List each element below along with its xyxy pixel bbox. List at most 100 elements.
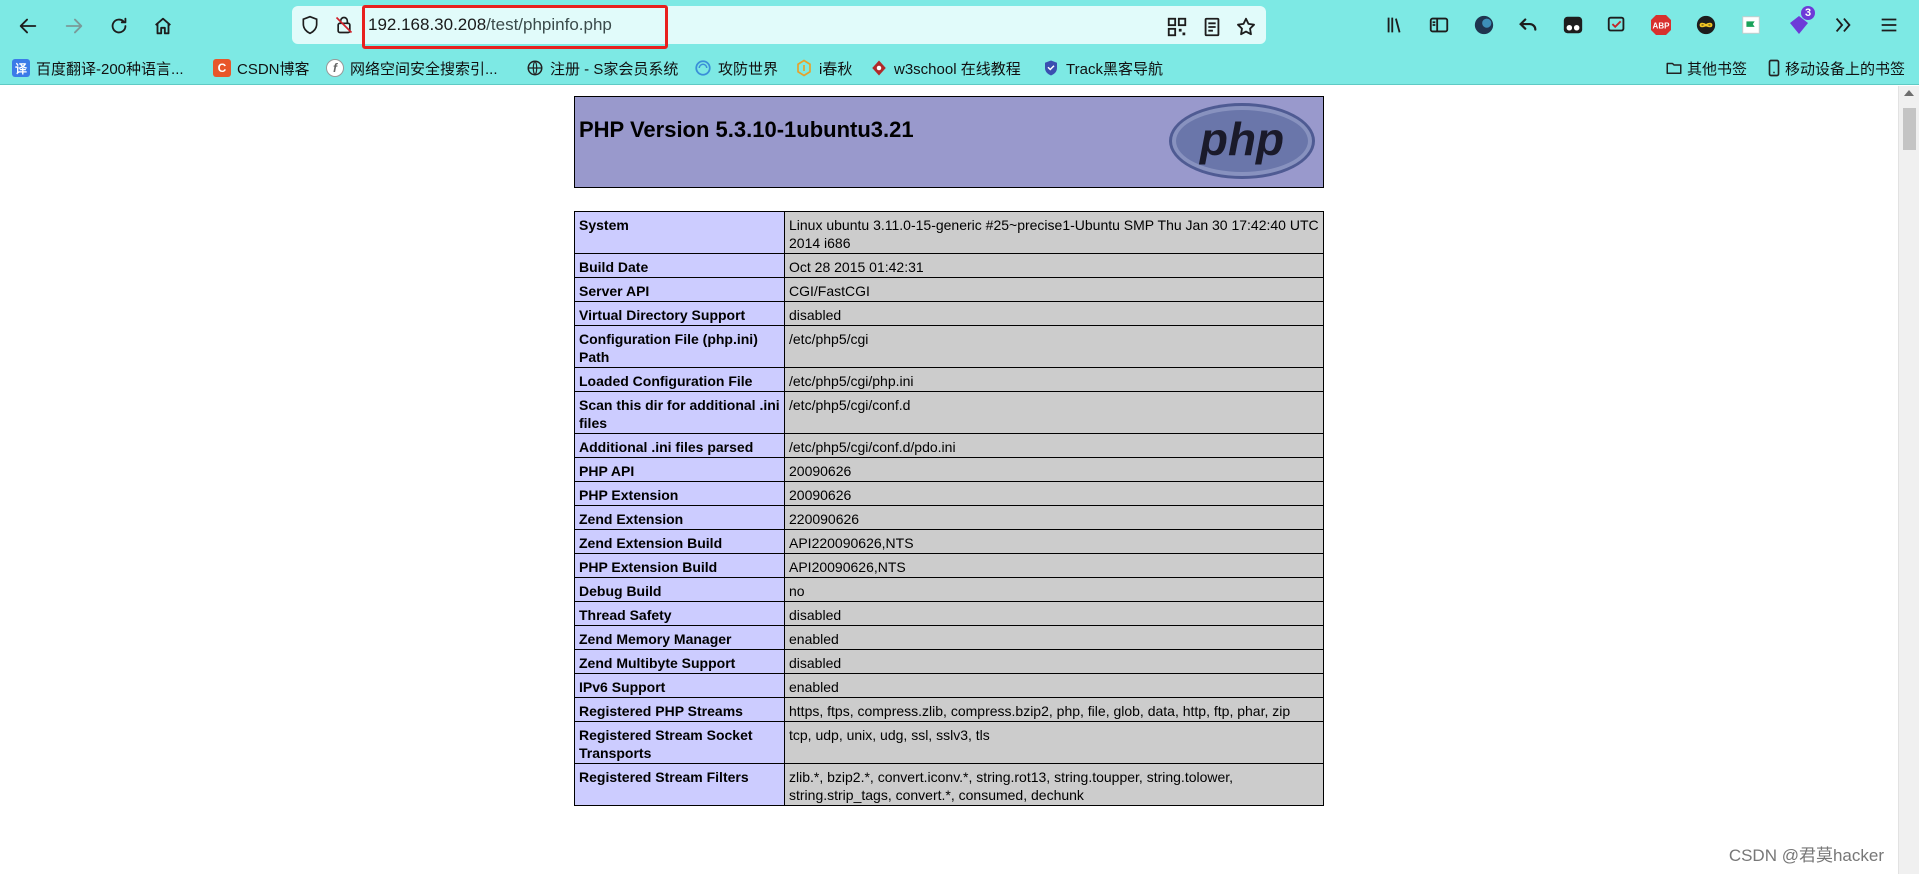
php-logo-icon[interactable]: php [1167,101,1317,181]
info-value: /etc/php5/cgi/conf.d/pdo.ini [784,433,1324,458]
bookmark-label: 网络空间安全搜索引... [350,60,498,78]
info-key: Debug Build [574,577,785,602]
forward-arrow-icon [65,18,83,34]
scroll-up-arrow-icon[interactable] [1904,90,1914,96]
info-value: 20090626 [784,481,1324,506]
info-value: zlib.*, bzip2.*, convert.iconv.*, string… [784,763,1324,806]
table-row: Configuration File (php.ini) Path/etc/ph… [574,325,1324,368]
info-value: API220090626,NTS [784,529,1324,554]
flag-extension-icon[interactable] [1738,12,1764,38]
table-row: IPv6 Support enabled [574,673,1324,698]
track-shield-icon [1045,60,1057,76]
overflow-chevron-icon[interactable] [1830,12,1856,38]
bookmark-folder-mobile[interactable]: 移动设备上的书签 [1766,57,1905,79]
bookmark-label: 百度翻译-200种语言... [36,60,184,78]
table-row: Registered Stream Filters zlib.*, bzip2.*… [574,763,1324,806]
tampermonkey-extension-icon[interactable] [1560,12,1586,38]
info-key: Registered PHP Streams [574,697,785,722]
info-key: Virtual Directory Support [574,301,785,326]
bookmark-item[interactable]: Track黑客导航 [1042,57,1163,79]
table-row: Debug Build no [574,577,1324,602]
dark-reader-extension-icon[interactable] [1471,12,1497,38]
bookmark-label: 攻防世界 [718,60,779,78]
undo-extension-icon[interactable] [1515,12,1541,38]
url-highlight-box [362,5,668,49]
ichunqiu-icon [797,59,811,77]
screenshot-extension-icon[interactable] [1604,12,1630,38]
info-key: Zend Multibyte Support [574,649,785,674]
info-key: Thread Safety [574,601,785,626]
info-key: Zend Extension Build [574,529,785,554]
info-value: 220090626 [784,505,1324,530]
info-key: Server API [574,277,785,302]
infinity-extension-icon[interactable] [1693,12,1719,38]
info-key: Configuration File (php.ini) Path [574,325,785,368]
info-value: /etc/php5/cgi [784,325,1324,368]
table-row: Build Date Oct 28 2015 01:42:31 [574,253,1324,278]
qr-code-icon[interactable] [1166,16,1188,38]
bookmark-folder-other[interactable]: 其他书签 [1665,57,1747,79]
bookmark-star-icon[interactable] [1235,16,1257,38]
info-key: IPv6 Support [574,673,785,698]
fofa-icon: f [326,59,344,77]
vertical-scrollbar[interactable] [1898,86,1919,874]
bookmark-item[interactable]: 译 百度翻译-200种语言... [12,57,184,79]
translate-icon: 译 [12,59,30,77]
forward-button[interactable] [58,10,90,42]
csdn-icon: C [213,59,231,77]
table-row: Zend Extension 220090626 [574,505,1324,530]
table-row: Scan this dir for additional .ini files /… [574,391,1324,434]
php-version-title: PHP Version 5.3.10-1ubuntu3.21 [579,117,914,142]
reload-button[interactable] [103,10,135,42]
table-row: Registered PHP Streams https, ftps, compr… [574,697,1324,722]
info-value: no [784,577,1324,602]
extension-badge-count: 3 [1801,6,1816,20]
info-value: enabled [784,673,1324,698]
adblock-plus-icon[interactable]: ABP [1648,12,1674,38]
bookmark-item[interactable]: f 网络空间安全搜索引... [326,57,498,79]
tracking-protection-shield-icon[interactable] [300,15,320,35]
phpinfo-table: System Linux ubuntu 3.11.0-15-generic #25… [574,211,1324,806]
back-button[interactable] [12,10,44,42]
table-row: Zend Extension Build API220090626,NTS [574,529,1324,554]
adworld-icon [695,60,711,76]
home-button[interactable] [147,10,179,42]
table-row: PHP Extension Build API20090626,NTS [574,553,1324,578]
info-key: System [574,211,785,254]
bookmark-label: 其他书签 [1687,60,1748,78]
svg-text:ABP: ABP [1653,22,1671,31]
info-value: /etc/php5/cgi/conf.d [784,391,1324,434]
info-value: disabled [784,649,1324,674]
table-row: PHP Extension 20090626 [574,481,1324,506]
bookmark-item[interactable]: 攻防世界 [694,57,778,79]
sidebar-icon[interactable] [1426,12,1452,38]
bookmarks-bar: 译 百度翻译-200种语言... C CSDN博客 f 网络空间安全搜索引...… [0,52,1919,85]
table-row: Registered Stream Socket Transports tcp, … [574,721,1324,764]
info-value: disabled [784,301,1324,326]
bookmark-item[interactable]: i春秋 [795,57,852,79]
extensions-badge-icon[interactable]: 3 [1786,6,1816,38]
insecure-lock-icon[interactable] [334,15,354,35]
info-key: PHP Extension Build [574,553,785,578]
info-value: API20090626,NTS [784,553,1324,578]
scrollbar-thumb[interactable] [1903,108,1916,150]
home-icon [155,17,171,35]
info-key: PHP Extension [574,481,785,506]
table-row: Loaded Configuration File/etc/php5/cgi/p… [574,367,1324,392]
info-value: CGI/FastCGI [784,277,1324,302]
bookmark-label: CSDN博客 [237,60,310,78]
bookmark-label: w3school 在线教程 [894,60,1021,78]
reader-view-icon[interactable] [1201,16,1223,38]
info-value: Linux ubuntu 3.11.0-15-generic #25~preci… [784,211,1324,254]
info-key: Additional .ini files parsed [574,433,785,458]
info-key: Loaded Configuration File [574,367,785,392]
menu-hamburger-icon[interactable] [1876,12,1902,38]
bookmark-item[interactable]: C CSDN博客 [213,57,310,79]
bookmark-item[interactable]: w3school 在线教程 [870,57,1021,79]
bookmark-item[interactable]: 注册 - S家会员系统 [526,57,678,79]
globe-icon [527,60,543,76]
info-key: Build Date [574,253,785,278]
mobile-icon [1768,59,1780,77]
phpinfo-header: PHP Version 5.3.10-1ubuntu3.21 php [574,96,1324,188]
library-icon[interactable] [1382,12,1408,38]
